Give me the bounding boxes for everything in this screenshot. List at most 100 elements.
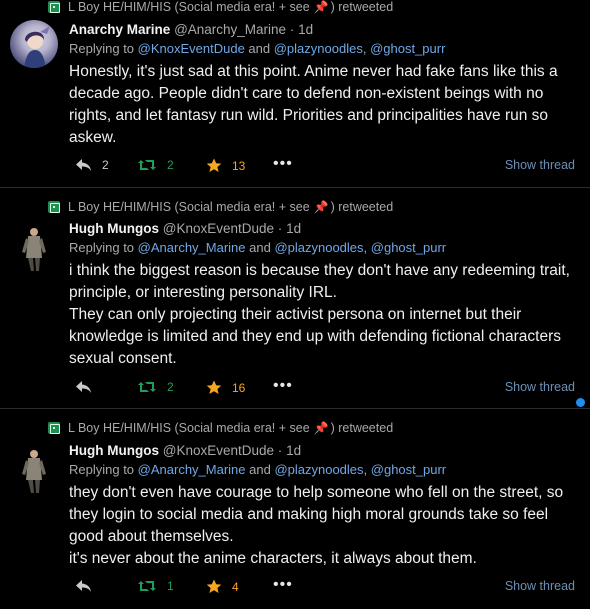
pin-icon: 📌 [313, 200, 329, 214]
star-icon [206, 380, 222, 394]
like-count: 4 [232, 579, 239, 594]
replying-to-label: Replying to [69, 240, 138, 255]
separator: , [363, 462, 371, 477]
avatar[interactable] [10, 224, 58, 272]
avatar[interactable] [10, 446, 58, 494]
tweet-actions: 2 16 ••• Show thread [75, 377, 580, 400]
pin-icon: 📌 [313, 0, 329, 14]
tweet[interactable]: L Boy HE/HIM/HIS (Social media era! + se… [0, 409, 590, 609]
separator: · [289, 22, 295, 37]
mention-link[interactable]: @Anarchy_Marine [138, 240, 246, 255]
replying-to: Replying to @KnoxEventDude and @plazynoo… [69, 41, 445, 56]
tweet-paragraph: it's never about the anime characters, i… [69, 550, 477, 567]
more-icon[interactable]: ••• [273, 377, 293, 395]
retweet-context: L Boy HE/HIM/HIS (Social media era! + se… [48, 421, 393, 435]
mention-link[interactable]: @plazynoodles [274, 41, 363, 56]
retweeter-text[interactable]: L Boy HE/HIM/HIS (Social media era! + se… [68, 200, 310, 214]
tweet-header: Anarchy Marine @Anarchy_Marine · 1d [69, 22, 313, 37]
conjunction: and [245, 462, 275, 477]
retweet-button[interactable]: 2 [137, 380, 174, 394]
timestamp[interactable]: 1d [298, 22, 313, 37]
show-thread-link[interactable]: Show thread [505, 158, 575, 172]
retweet-icon [48, 1, 60, 13]
tweet-actions: 1 4 ••• Show thread [75, 576, 580, 599]
separator: · [277, 221, 283, 236]
retweet-context: L Boy HE/HIM/HIS (Social media era! + se… [48, 200, 393, 214]
like-count: 13 [232, 158, 246, 173]
replying-to: Replying to @Anarchy_Marine and @plazyno… [69, 240, 446, 255]
timestamp[interactable]: 1d [286, 443, 301, 458]
tweet-actions: 2 2 13 ••• Show thread [75, 155, 580, 178]
tweet-paragraph: They can only projecting their activist … [69, 306, 561, 367]
tweet-paragraph: they don't even have courage to help som… [69, 484, 564, 545]
reply-icon [76, 159, 91, 171]
show-thread-link[interactable]: Show thread [505, 380, 575, 394]
handle[interactable]: @Anarchy_Marine [174, 22, 286, 37]
retweet-icon [48, 422, 60, 434]
reply-button[interactable] [75, 380, 102, 394]
conjunction: and [244, 41, 274, 56]
replying-to-label: Replying to [69, 41, 138, 56]
retweet-context: L Boy HE/HIM/HIS (Social media era! + se… [48, 0, 393, 14]
tweet-text: Honestly, it's just sad at this point. A… [69, 61, 579, 149]
unread-indicator [576, 398, 585, 407]
handle[interactable]: @KnoxEventDude [163, 221, 274, 236]
like-button[interactable]: 13 [206, 158, 245, 173]
conjunction: and [245, 240, 275, 255]
star-icon [206, 158, 222, 172]
like-button[interactable]: 16 [206, 380, 245, 395]
mention-link[interactable]: @ghost_purr [371, 462, 446, 477]
retweet-count: 2 [167, 158, 174, 172]
retweeter-text[interactable]: L Boy HE/HIM/HIS (Social media era! + se… [68, 0, 310, 14]
separator: , [362, 41, 371, 56]
retweeted-label: ) retweeted [330, 0, 394, 14]
timestamp[interactable]: 1d [286, 221, 301, 236]
tweet-header: Hugh Mungos @KnoxEventDude · 1d [69, 443, 301, 458]
mention-link[interactable]: @Anarchy_Marine [138, 462, 246, 477]
mention-link[interactable]: @KnoxEventDude [138, 41, 245, 56]
avatar[interactable] [10, 20, 58, 68]
timeline: L Boy HE/HIM/HIS (Social media era! + se… [0, 0, 590, 609]
mention-link[interactable]: @plazynoodles [274, 462, 363, 477]
reply-button[interactable]: 2 [75, 158, 109, 172]
reply-button[interactable] [75, 579, 102, 593]
like-button[interactable]: 4 [206, 579, 239, 594]
retweet-icon [48, 201, 60, 213]
tweet-paragraph: i think the biggest reason is because th… [69, 262, 570, 301]
mention-link[interactable]: @ghost_purr [370, 41, 445, 56]
tweet[interactable]: L Boy HE/HIM/HIS (Social media era! + se… [0, 0, 590, 188]
retweet-count: 2 [167, 380, 174, 394]
pin-icon: 📌 [313, 421, 329, 435]
retweet-icon [138, 581, 156, 591]
display-name[interactable]: Anarchy Marine [69, 22, 170, 37]
like-count: 16 [232, 380, 246, 395]
display-name[interactable]: Hugh Mungos [69, 443, 159, 458]
more-icon[interactable]: ••• [273, 155, 293, 173]
display-name[interactable]: Hugh Mungos [69, 221, 159, 236]
retweeted-label: ) retweeted [330, 421, 394, 435]
tweet-header: Hugh Mungos @KnoxEventDude · 1d [69, 221, 301, 236]
retweeted-label: ) retweeted [330, 200, 394, 214]
retweeter-text[interactable]: L Boy HE/HIM/HIS (Social media era! + se… [68, 421, 310, 435]
retweet-button[interactable]: 2 [137, 158, 174, 172]
replying-to-label: Replying to [69, 462, 138, 477]
tweet-text: they don't even have courage to help som… [69, 482, 579, 570]
retweet-icon [138, 382, 156, 392]
retweet-icon [138, 160, 156, 170]
reply-icon [76, 580, 91, 592]
reply-count: 2 [102, 158, 109, 172]
reply-icon [76, 381, 91, 393]
replying-to: Replying to @Anarchy_Marine and @plazyno… [69, 462, 446, 477]
handle[interactable]: @KnoxEventDude [163, 443, 274, 458]
tweet[interactable]: L Boy HE/HIM/HIS (Social media era! + se… [0, 188, 590, 409]
mention-link[interactable]: @ghost_purr [371, 240, 446, 255]
tweet-paragraph: Honestly, it's just sad at this point. A… [69, 63, 558, 146]
tweet-text: i think the biggest reason is because th… [69, 260, 579, 370]
more-icon[interactable]: ••• [273, 576, 293, 594]
separator: , [363, 240, 371, 255]
show-thread-link[interactable]: Show thread [505, 579, 575, 593]
separator: · [277, 443, 283, 458]
retweet-count: 1 [167, 579, 174, 593]
retweet-button[interactable]: 1 [137, 579, 174, 593]
mention-link[interactable]: @plazynoodles [274, 240, 363, 255]
